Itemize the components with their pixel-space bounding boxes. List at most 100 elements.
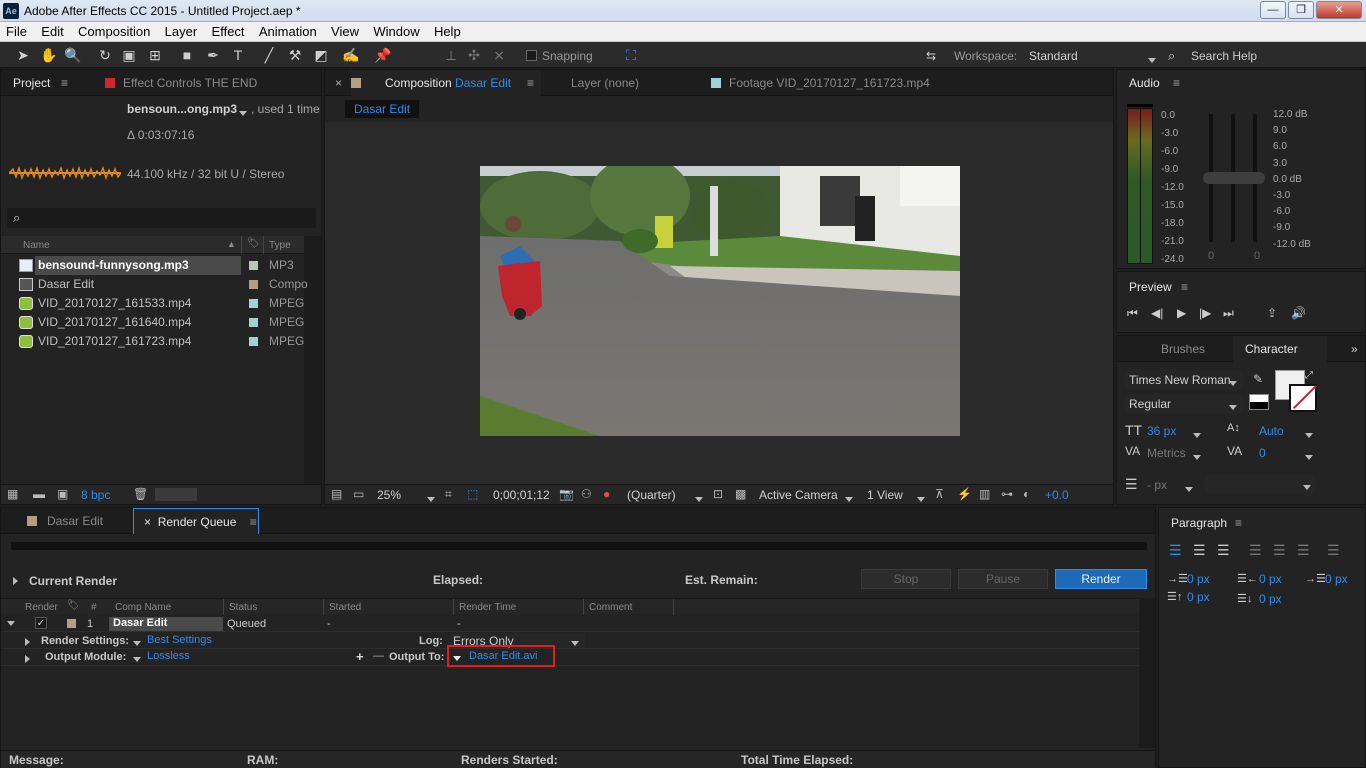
render-settings-dropdown-icon[interactable] <box>133 638 141 650</box>
puppet-pin-tool-icon[interactable]: 📌 <box>374 46 392 64</box>
timeline-icon[interactable]: ▥ <box>979 487 990 501</box>
column-render[interactable]: Render <box>25 602 58 613</box>
workspace-dropdown-icon[interactable] <box>1148 53 1156 67</box>
stroke-width-value[interactable]: - px <box>1147 478 1167 492</box>
menu-effect[interactable]: Effect <box>206 22 250 39</box>
hand-tool-icon[interactable]: ✋ <box>40 46 58 64</box>
stroke-color-swatch[interactable] <box>1289 384 1318 412</box>
menu-help[interactable]: Help <box>428 22 466 39</box>
viewer-canvas[interactable] <box>325 122 1113 484</box>
output-module-dropdown-icon[interactable] <box>133 654 141 666</box>
bit-depth-button[interactable]: 8 bpc <box>81 488 110 502</box>
column-type[interactable]: Type <box>269 240 291 251</box>
column-comment[interactable]: Comment <box>589 602 632 613</box>
camera-dropdown-icon[interactable] <box>845 492 853 506</box>
previous-frame-icon[interactable]: ◀| <box>1151 306 1163 320</box>
next-frame-icon[interactable]: |▶ <box>1199 306 1211 320</box>
snap-target-icon[interactable]: ⛶ <box>622 46 640 64</box>
indent-left-value[interactable]: 0 px <box>1187 572 1210 586</box>
output-module-value[interactable]: Lossless <box>147 650 190 662</box>
new-folder-icon[interactable]: ▬ <box>33 487 45 501</box>
brush-tool-icon[interactable]: ╱ <box>260 46 278 64</box>
tab-render-queue[interactable]: × Render Queue ≡ <box>133 508 259 534</box>
tab-dasar-edit-timeline[interactable]: Dasar Edit <box>27 508 103 534</box>
item-comp-name[interactable]: Dasar Edit <box>109 617 223 631</box>
column-status[interactable]: Status <box>229 602 257 613</box>
axis-view-icon[interactable]: ⨯ <box>490 46 508 64</box>
zoom-tool-icon[interactable]: 🔍 <box>64 46 82 64</box>
menu-edit[interactable]: Edit <box>35 22 68 39</box>
stroke-type-select[interactable] <box>1205 474 1315 494</box>
mask-visibility-icon[interactable]: ⬚ <box>467 487 478 501</box>
always-preview-icon[interactable]: ▤ <box>331 487 342 501</box>
current-render-expand-icon[interactable] <box>13 574 18 588</box>
interpret-footage-icon[interactable]: ▦ <box>7 487 18 501</box>
align-left-icon[interactable]: ☰ <box>1169 542 1182 559</box>
render-queue-scrollbar[interactable] <box>1139 598 1155 748</box>
tab-composition[interactable]: Composition Dasar Edit <box>351 70 541 96</box>
panel-menu-icon[interactable]: ≡ <box>1173 76 1180 90</box>
label-color-swatch[interactable] <box>249 299 258 308</box>
font-size-value[interactable]: 36 px <box>1147 424 1176 438</box>
align-right-icon[interactable]: ☰ <box>1217 542 1230 559</box>
camera-select[interactable]: Active Camera <box>759 488 838 502</box>
camera-tool-icon[interactable]: ▣ <box>120 46 138 64</box>
show-snapshot-icon[interactable]: ⚇ <box>581 487 592 501</box>
project-item-row[interactable]: VID_20170127_161640.mp4 MPEG <box>1 313 304 332</box>
add-output-module-button[interactable]: + <box>356 649 364 664</box>
tab-effect-controls[interactable]: Effect Controls THE END <box>105 70 257 96</box>
close-tab-icon[interactable]: × <box>144 515 151 529</box>
render-queue-item-row[interactable]: ✓ 1 Dasar Edit Queued - - <box>1 616 1139 632</box>
project-item-row[interactable]: bensound-funnysong.mp3 MP3 <box>1 256 304 275</box>
panel-menu-icon[interactable]: ≡ <box>527 70 534 96</box>
project-search-input[interactable]: ⌕ <box>7 208 316 228</box>
current-timecode[interactable]: 0;00;01;12 <box>493 488 550 502</box>
view-layout-select[interactable]: 1 View <box>867 488 903 502</box>
stroke-width-dropdown-icon[interactable] <box>1185 482 1193 496</box>
project-zoom-slider[interactable] <box>155 488 197 501</box>
play-icon[interactable]: ▶ <box>1177 306 1186 320</box>
safe-zones-icon[interactable]: ⌗ <box>445 487 452 502</box>
panel-menu-icon[interactable]: ≡ <box>1235 516 1242 530</box>
remove-output-module-button[interactable]: — <box>373 650 384 662</box>
rectangle-tool-icon[interactable]: ■ <box>178 46 196 64</box>
column-started[interactable]: Started <box>329 602 361 613</box>
render-checkbox[interactable]: ✓ <box>35 617 47 629</box>
fast-previews-icon[interactable]: ⚡ <box>957 487 972 501</box>
column-comp-name[interactable]: Comp Name <box>115 602 171 613</box>
black-white-swatch[interactable] <box>1249 394 1269 410</box>
workspace-select[interactable]: Standard <box>1029 49 1078 63</box>
eyedropper-icon[interactable]: ✎ <box>1253 372 1263 386</box>
first-frame-icon[interactable]: ⏮ <box>1127 306 1138 321</box>
tab-character[interactable]: Character <box>1233 336 1327 362</box>
output-module-expand-icon[interactable] <box>25 654 30 666</box>
label-color-swatch[interactable] <box>249 318 258 327</box>
tab-project[interactable]: Project <box>13 70 50 96</box>
tracking-value[interactable]: 0 <box>1259 446 1266 460</box>
column-name[interactable]: Name <box>23 240 50 251</box>
maximize-button[interactable]: ❐ <box>1288 1 1314 19</box>
column-render-time[interactable]: Render Time <box>459 602 516 613</box>
menu-composition[interactable]: Composition <box>72 22 155 39</box>
menu-layer[interactable]: Layer <box>159 22 203 39</box>
panel-menu-icon[interactable]: ≡ <box>1181 280 1188 294</box>
tab-footage[interactable]: Footage VID_20170127_161723.mp4 <box>711 70 930 96</box>
project-item-row[interactable]: VID_20170127_161533.mp4 MPEG <box>1 294 304 313</box>
exposure-value[interactable]: +0.0 <box>1045 488 1069 502</box>
resolution-select[interactable]: (Quarter) <box>627 488 676 502</box>
minimize-button[interactable]: — <box>1260 1 1286 19</box>
region-of-interest-icon[interactable]: ⊡ <box>713 487 723 501</box>
pause-button[interactable]: Pause <box>958 569 1048 589</box>
rotate-tool-icon[interactable]: ↻ <box>96 46 114 64</box>
delete-icon[interactable]: 🗑 <box>133 487 148 501</box>
justify-last-left-icon[interactable]: ☰ <box>1249 542 1262 559</box>
project-item-row[interactable]: VID_20170127_161723.mp4 MPEG <box>1 332 304 351</box>
audio-slider-thumb[interactable] <box>1203 172 1265 184</box>
reset-exposure-icon[interactable]: ◐ <box>1023 487 1030 501</box>
panel-menu-icon[interactable]: ≡ <box>61 70 68 96</box>
render-settings-expand-icon[interactable] <box>25 637 30 649</box>
menu-animation[interactable]: Animation <box>253 22 322 39</box>
label-color-swatch[interactable] <box>249 337 258 346</box>
view-layout-dropdown-icon[interactable] <box>917 492 925 506</box>
justify-last-center-icon[interactable]: ☰ <box>1273 542 1286 559</box>
